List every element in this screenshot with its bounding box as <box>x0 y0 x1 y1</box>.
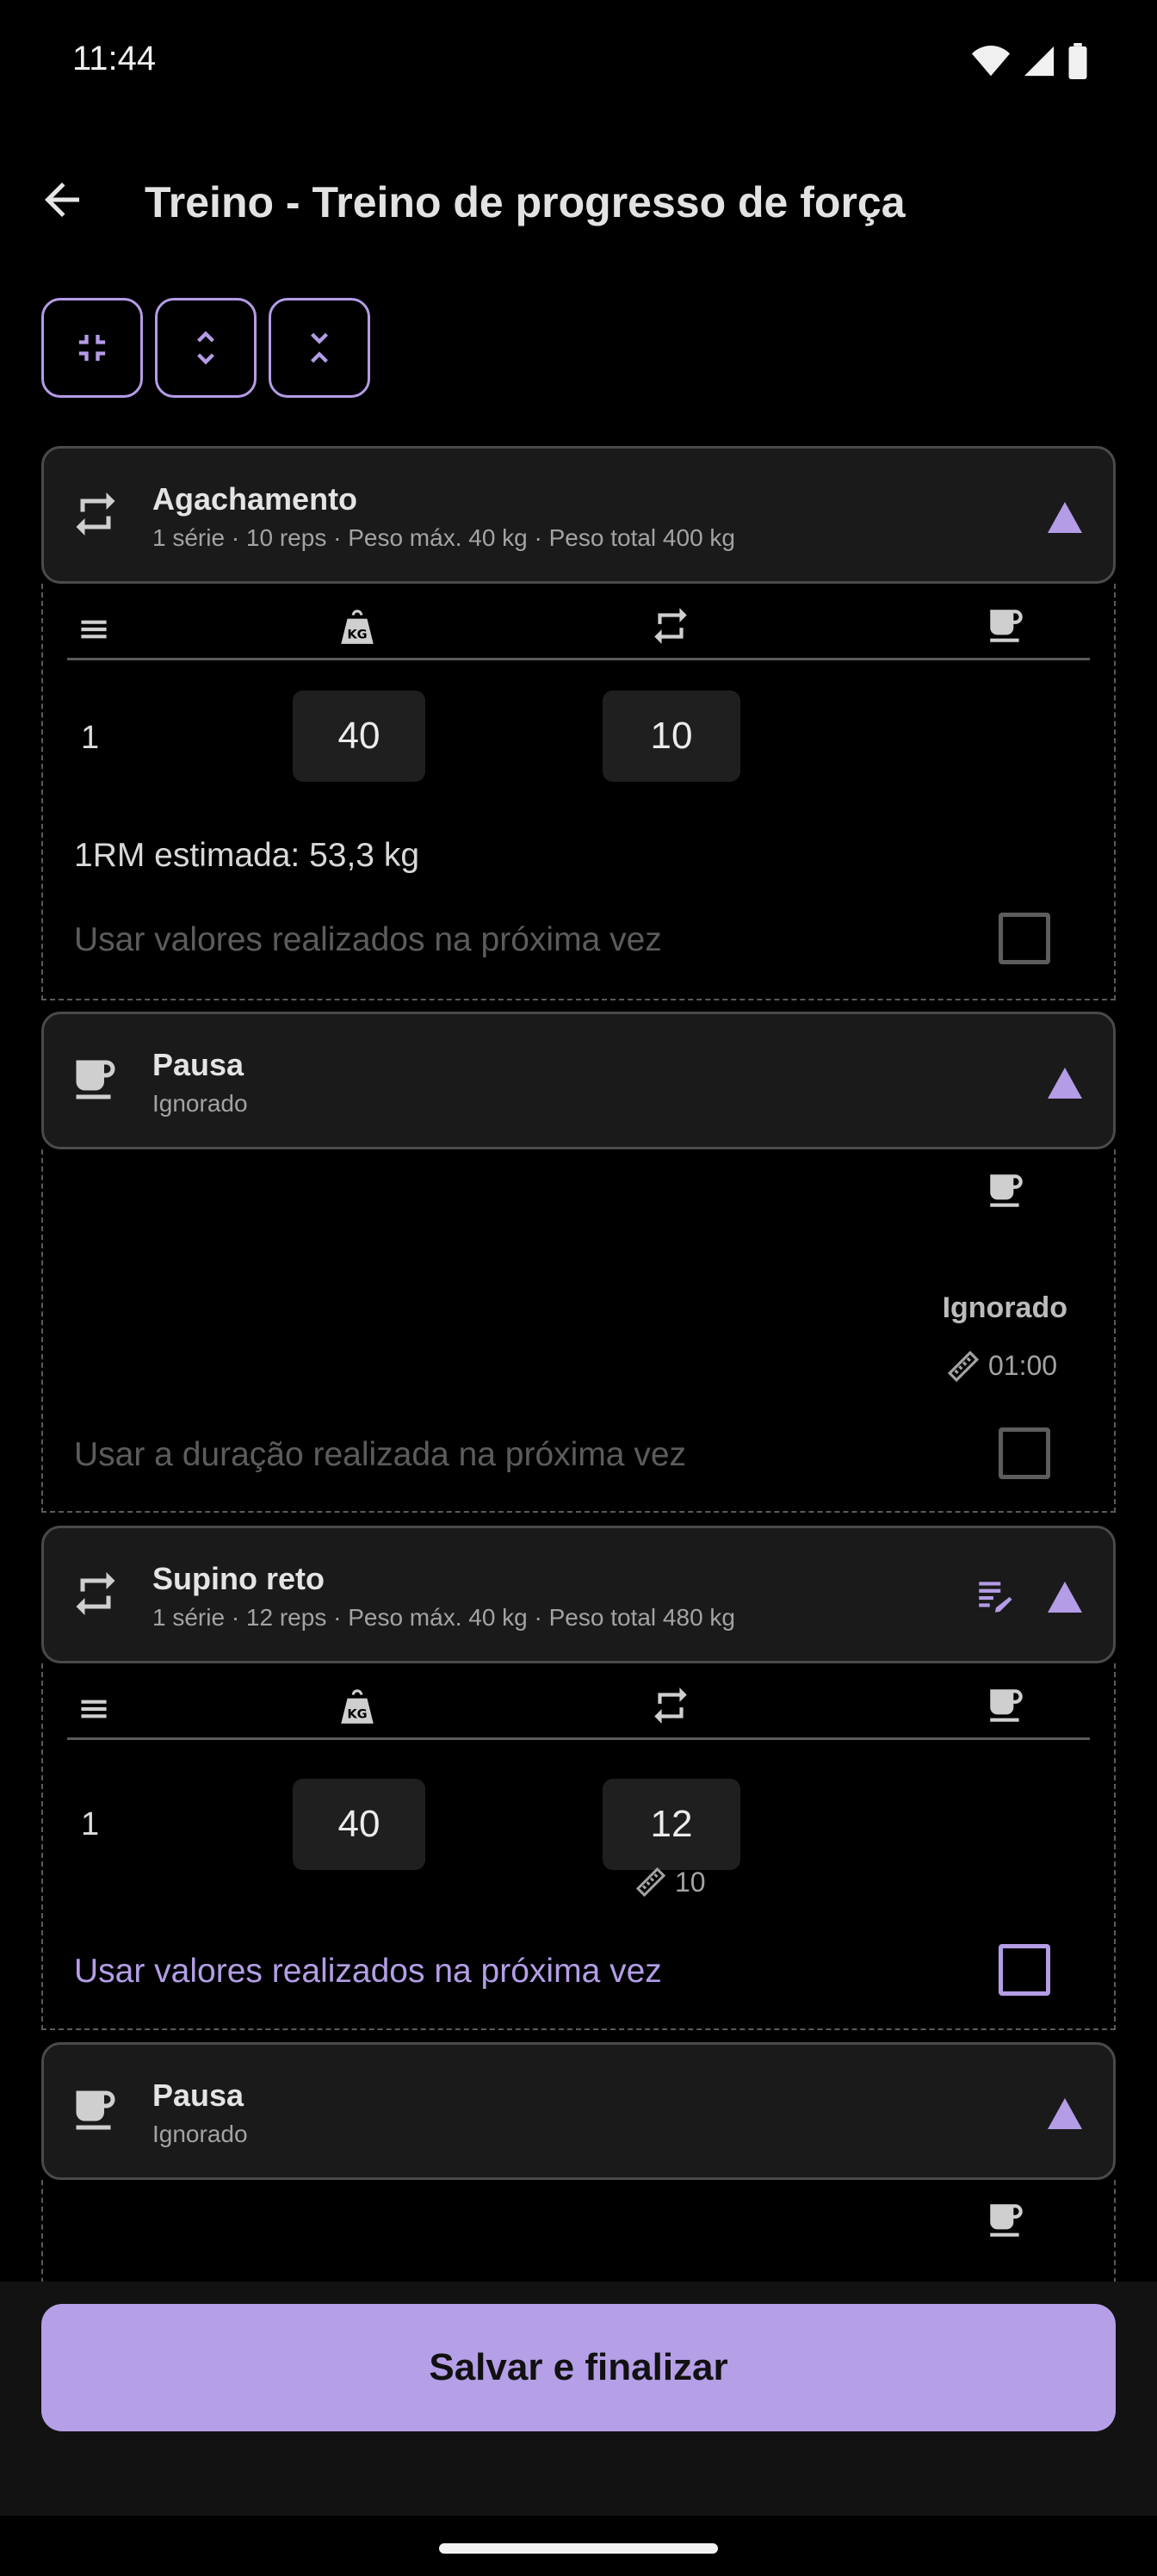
use-performed-values-label: Usar valores realizados na próxima vez <box>74 921 662 958</box>
expand-vertical-button[interactable] <box>155 298 257 398</box>
signal-icon <box>1024 46 1055 77</box>
pause-card-2[interactable]: Pausa Ignorado <box>41 2042 1116 2180</box>
back-button[interactable] <box>31 169 93 231</box>
collapse-triangle-icon[interactable] <box>1048 1068 1082 1099</box>
use-performed-duration-label: Usar a duração realizada na próxima vez <box>74 1436 687 1473</box>
page-title: Treino - Treino de progresso de força <box>145 178 906 226</box>
use-performed-values-checkbox[interactable] <box>999 913 1050 964</box>
reps-input[interactable]: 12 <box>603 1779 740 1870</box>
svg-text:KG: KG <box>347 628 367 642</box>
exercise-summary: 1 série · 12 reps · Peso máx. 40 kg · Pe… <box>152 1604 736 1631</box>
coffee-icon <box>76 2090 115 2130</box>
unfold-more-icon <box>197 331 214 365</box>
collapse-vertical-button[interactable] <box>269 298 370 398</box>
collapse-triangle-icon[interactable] <box>1048 502 1082 533</box>
pause-result: Ignorado <box>942 1291 1067 1324</box>
save-and-finish-button[interactable]: Salvar e finalizar <box>41 2304 1116 2431</box>
exercise-card-supino-reto[interactable]: Supino reto 1 série · 12 reps · Peso máx… <box>41 1526 1116 1663</box>
edit-note-icon[interactable] <box>974 1575 1017 1618</box>
status-icons <box>971 43 1088 79</box>
collapse-triangle-icon[interactable] <box>1048 2098 1082 2129</box>
weight-input[interactable]: 40 <box>293 1779 425 1870</box>
repeat-icon <box>654 1687 687 1724</box>
repeat-icon <box>654 608 687 644</box>
collapse-triangle-icon[interactable] <box>1048 1582 1082 1613</box>
use-performed-values-label: Usar valores realizados na próxima vez <box>74 1953 662 1990</box>
list-icon <box>81 620 107 639</box>
exercise-summary: 1 série · 10 reps · Peso máx. 40 kg · Pe… <box>152 524 736 551</box>
reps-input[interactable]: 10 <box>603 690 740 782</box>
collapse-all-button[interactable] <box>41 298 143 398</box>
pause-status: Ignorado <box>152 1090 248 1117</box>
pause-card-1[interactable]: Pausa Ignorado <box>41 1012 1116 1149</box>
repeat-icon <box>76 1572 115 1615</box>
weight-kg-icon: KG <box>341 610 374 644</box>
status-time: 11:44 <box>72 40 157 77</box>
arrow-back-icon <box>45 183 79 217</box>
unfold-less-icon <box>311 332 328 363</box>
collapse-icon <box>78 334 106 362</box>
coffee-icon <box>990 1174 1023 1207</box>
wifi-icon <box>971 46 1011 77</box>
pause-title: Pausa <box>152 2078 244 2113</box>
weight-kg-icon: KG <box>341 1689 374 1724</box>
coffee-icon <box>990 2204 1023 2237</box>
pause-title: Pausa <box>152 1047 244 1082</box>
home-indicator[interactable] <box>439 2543 718 2554</box>
use-performed-values-checkbox[interactable] <box>999 1944 1050 1996</box>
table-divider <box>67 1737 1090 1740</box>
repeat-icon <box>76 492 115 536</box>
set-index: 1 <box>81 720 100 756</box>
one-rep-max-estimate: 1RM estimada: 53,3 kg <box>74 837 420 874</box>
pause-panel-2 <box>41 2180 1116 2292</box>
svg-text:KG: KG <box>347 1707 367 1722</box>
ruler-icon <box>635 1867 666 1898</box>
pause-status: Ignorado <box>152 2121 248 2147</box>
coffee-icon <box>76 1060 115 1099</box>
coffee-icon <box>990 1689 1023 1722</box>
exercise-card-agachamento[interactable]: Agachamento 1 série · 10 reps · Peso máx… <box>41 446 1116 584</box>
pause-planned-duration: 01:00 <box>988 1350 1058 1381</box>
list-icon <box>81 1700 107 1718</box>
weight-input[interactable]: 40 <box>293 690 425 782</box>
coffee-icon <box>990 610 1023 642</box>
battery-icon <box>1068 43 1087 79</box>
table-divider <box>67 658 1090 660</box>
planned-reps: 10 <box>675 1867 706 1898</box>
exercise-title: Supino reto <box>152 1561 325 1596</box>
ruler-icon <box>947 1350 980 1383</box>
use-performed-duration-checkbox[interactable] <box>999 1427 1050 1479</box>
set-index: 1 <box>81 1806 100 1842</box>
exercise-title: Agachamento <box>152 481 358 517</box>
